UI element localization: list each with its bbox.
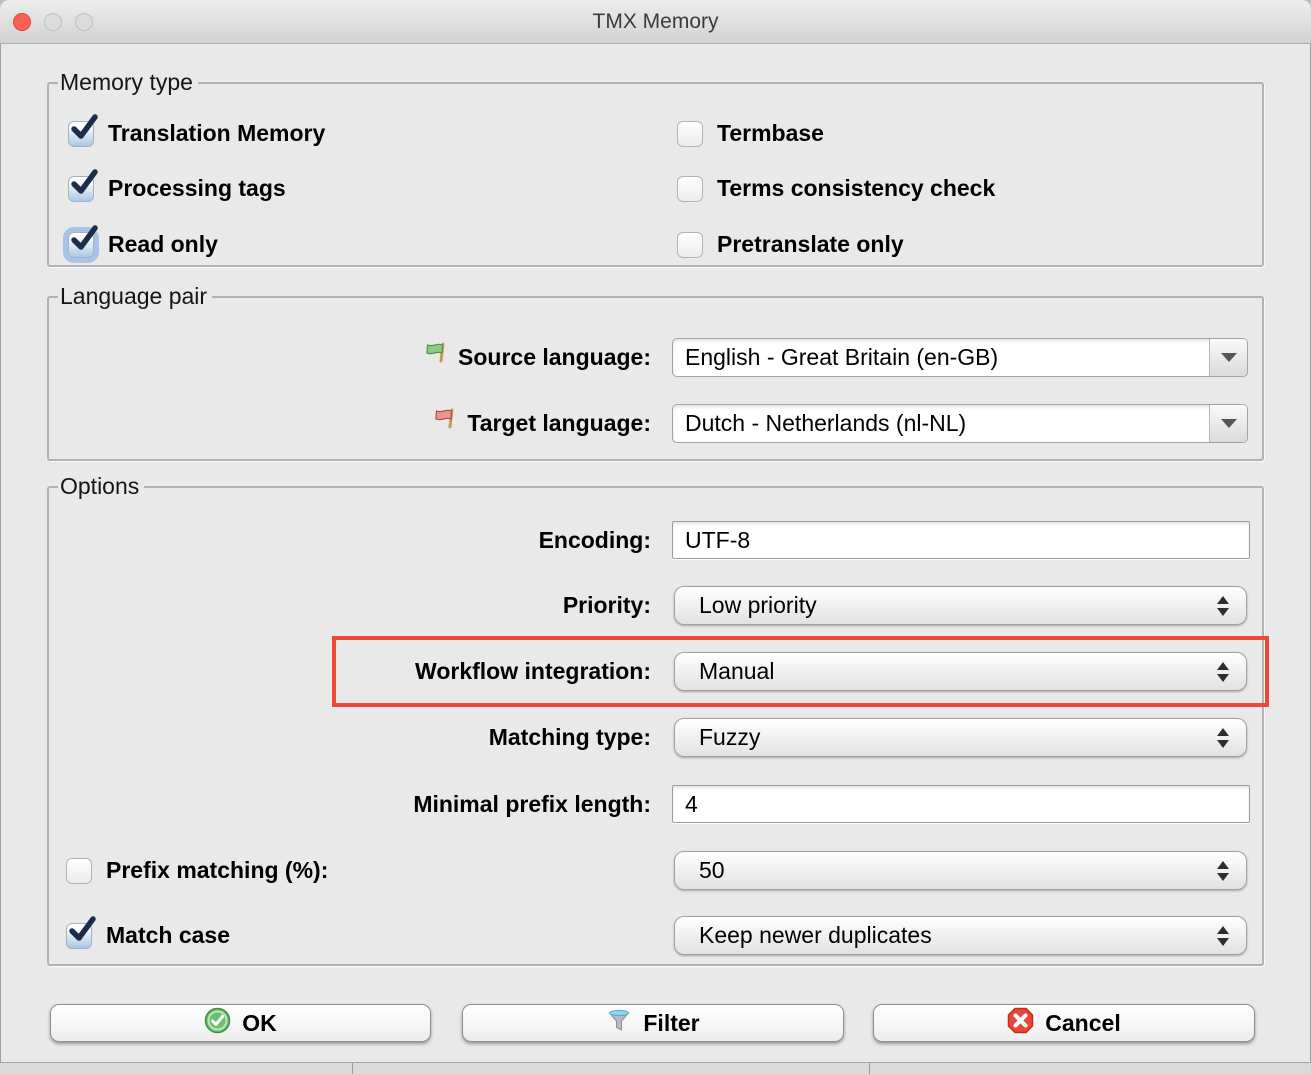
matching-type-label: Matching type: — [489, 724, 651, 751]
checkbox-row-read-only[interactable]: Read only — [68, 231, 218, 258]
matching-type-labelrow: Matching type: — [489, 718, 651, 756]
stepper-arrows-icon — [1217, 728, 1229, 748]
ok-button-label: OK — [242, 1010, 277, 1037]
prefix-matching-checkbox[interactable] — [66, 858, 92, 884]
source-language-dropdown-button[interactable] — [1209, 339, 1247, 376]
source-language-label: Source language: — [458, 344, 651, 371]
window-edge-tick — [352, 1063, 353, 1074]
priority-value: Low priority — [699, 587, 817, 624]
stepper-arrows-icon — [1217, 926, 1229, 946]
green-flag-icon — [423, 341, 449, 373]
checkbox-row-translation-memory[interactable]: Translation Memory — [68, 120, 325, 147]
duplicates-dropdown[interactable]: Keep newer duplicates — [674, 916, 1247, 955]
processing-tags-checkbox[interactable] — [68, 176, 94, 202]
filter-button-label: Filter — [643, 1010, 699, 1037]
encoding-labelrow: Encoding: — [539, 521, 651, 559]
checkbox-row-pretranslate-only[interactable]: Pretranslate only — [677, 231, 904, 258]
read-only-label: Read only — [108, 231, 218, 258]
processing-tags-label: Processing tags — [108, 175, 286, 202]
target-language-value: Dutch - Netherlands (nl-NL) — [685, 405, 966, 442]
terms-consistency-check-label: Terms consistency check — [717, 175, 995, 202]
memory-type-group-title: Memory type — [58, 69, 198, 95]
encoding-input[interactable] — [672, 521, 1250, 559]
tmx-memory-dialog: TMX Memory Memory type Translation Memor… — [0, 0, 1311, 1074]
minimal-prefix-length-labelrow: Minimal prefix length: — [413, 785, 651, 823]
source-language-labelrow: Source language: — [423, 338, 651, 376]
pretranslate-only-checkbox[interactable] — [677, 232, 703, 258]
cancel-button[interactable]: Cancel — [873, 1004, 1255, 1042]
target-language-label: Target language: — [467, 410, 651, 437]
minimal-prefix-length-label: Minimal prefix length: — [413, 791, 651, 818]
termbase-label: Termbase — [717, 120, 824, 147]
encoding-label: Encoding: — [539, 527, 651, 554]
checkbox-row-termbase[interactable]: Termbase — [677, 120, 824, 147]
checkmark-icon — [69, 113, 101, 150]
priority-label: Priority: — [563, 592, 651, 619]
zoom-window-button — [75, 13, 93, 31]
chevron-down-icon — [1221, 419, 1237, 428]
minimal-prefix-length-input[interactable] — [672, 785, 1250, 823]
prefix-matching-label: Prefix matching (%): — [106, 857, 328, 884]
terms-consistency-check-checkbox[interactable] — [677, 176, 703, 202]
options-group-title: Options — [58, 473, 144, 499]
red-flag-icon — [432, 407, 458, 439]
pretranslate-only-label: Pretranslate only — [717, 231, 904, 258]
cancel-x-icon — [1007, 1007, 1034, 1040]
workflow-integration-label: Workflow integration: — [415, 658, 651, 685]
window-edge-tick — [869, 1063, 870, 1074]
checkmark-icon — [69, 168, 101, 205]
checkmark-icon — [69, 224, 101, 261]
filter-button[interactable]: Filter — [462, 1004, 844, 1042]
window-bottom-edge — [0, 1062, 1311, 1074]
ok-check-icon — [204, 1007, 231, 1040]
match-case-checkbox[interactable] — [66, 923, 92, 949]
workflow-integration-labelrow: Workflow integration: — [415, 652, 651, 690]
source-language-combobox[interactable]: English - Great Britain (en-GB) — [672, 338, 1248, 377]
language-pair-group-title: Language pair — [58, 283, 212, 309]
checkbox-row-prefix-matching[interactable]: Prefix matching (%): — [66, 857, 328, 884]
workflow-integration-value: Manual — [699, 653, 774, 690]
window-title: TMX Memory — [593, 10, 719, 34]
close-window-button[interactable] — [13, 13, 31, 31]
stepper-arrows-icon — [1217, 662, 1229, 682]
filter-funnel-icon — [606, 1007, 632, 1039]
target-language-labelrow: Target language: — [432, 404, 651, 442]
duplicates-value: Keep newer duplicates — [699, 917, 932, 954]
translation-memory-label: Translation Memory — [108, 120, 325, 147]
translation-memory-checkbox[interactable] — [68, 121, 94, 147]
checkbox-row-processing-tags[interactable]: Processing tags — [68, 175, 286, 202]
minimize-window-button — [44, 13, 62, 31]
cancel-button-label: Cancel — [1045, 1010, 1120, 1037]
read-only-checkbox[interactable] — [68, 232, 94, 258]
checkbox-row-match-case[interactable]: Match case — [66, 922, 230, 949]
title-bar[interactable]: TMX Memory — [0, 0, 1311, 44]
stepper-arrows-icon — [1217, 861, 1229, 881]
priority-labelrow: Priority: — [563, 586, 651, 624]
target-language-dropdown-button[interactable] — [1209, 405, 1247, 442]
matching-type-dropdown[interactable]: Fuzzy — [674, 718, 1247, 757]
prefix-matching-dropdown[interactable]: 50 — [674, 851, 1247, 890]
chevron-down-icon — [1221, 353, 1237, 362]
stepper-arrows-icon — [1217, 596, 1229, 616]
priority-dropdown[interactable]: Low priority — [674, 586, 1247, 625]
match-case-label: Match case — [106, 922, 230, 949]
workflow-integration-dropdown[interactable]: Manual — [674, 652, 1247, 691]
target-language-combobox[interactable]: Dutch - Netherlands (nl-NL) — [672, 404, 1248, 443]
termbase-checkbox[interactable] — [677, 121, 703, 147]
ok-button[interactable]: OK — [50, 1004, 431, 1042]
checkmark-icon — [67, 915, 99, 952]
prefix-matching-value: 50 — [699, 852, 725, 889]
source-language-value: English - Great Britain (en-GB) — [685, 339, 998, 376]
checkbox-row-terms-consistency-check[interactable]: Terms consistency check — [677, 175, 995, 202]
matching-type-value: Fuzzy — [699, 719, 760, 756]
